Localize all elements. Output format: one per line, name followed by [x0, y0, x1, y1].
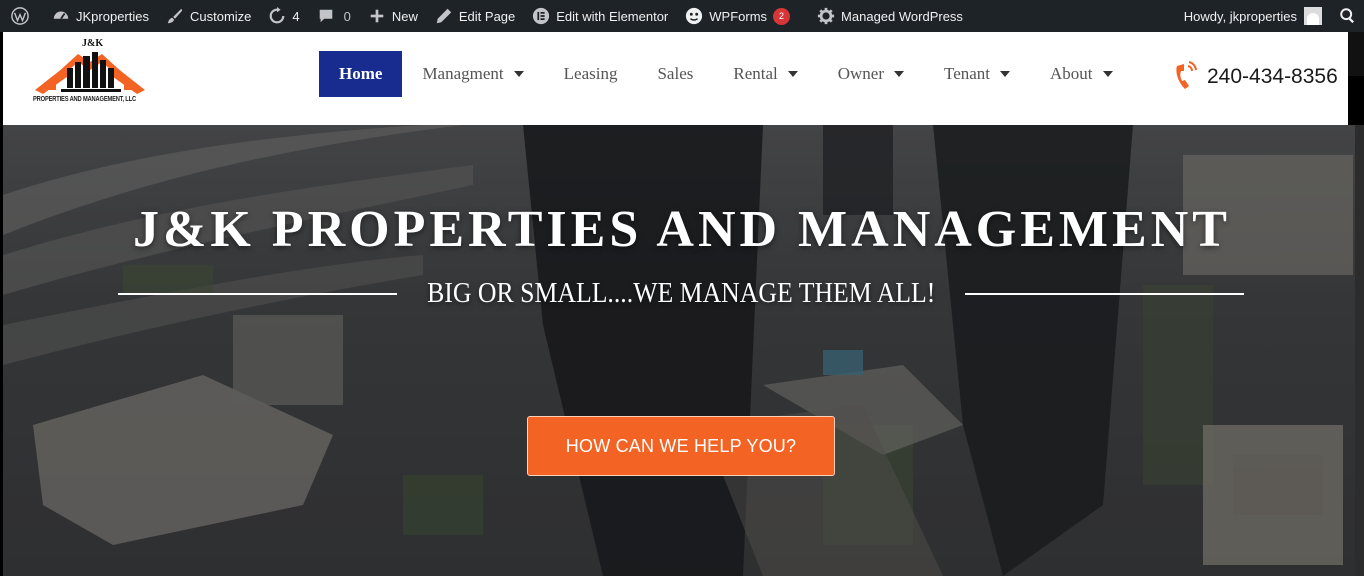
- pencil-icon: [434, 6, 454, 26]
- plus-icon: [367, 6, 387, 26]
- nav-about-label: About: [1050, 64, 1093, 83]
- phone-link[interactable]: 240-434-8356: [1171, 60, 1338, 94]
- elementor-icon: [531, 6, 551, 26]
- new-content-link[interactable]: New: [359, 0, 426, 32]
- new-label: New: [391, 8, 418, 24]
- edit-page-link[interactable]: Edit Page: [426, 0, 523, 32]
- nav-sales-label: Sales: [657, 64, 694, 83]
- header-edge: [1348, 32, 1364, 76]
- search-icon: [1338, 6, 1358, 26]
- wordpress-logo-button[interactable]: [0, 0, 43, 32]
- site-header: J&K PROPERTIES AND MANAGEMENT, LLC Home …: [3, 32, 1348, 125]
- customize-link[interactable]: Customize: [157, 0, 259, 32]
- howdy-label: Howdy, jkproperties: [1183, 8, 1297, 24]
- hero-subtitle: BIG OR SMALL....WE MANAGE THEM ALL!: [426, 278, 936, 309]
- updates-link[interactable]: 4: [259, 0, 307, 32]
- hero-subtitle-row: BIG OR SMALL....WE MANAGE THEM ALL!: [118, 277, 1245, 311]
- edit-elementor-link[interactable]: Edit with Elementor: [523, 0, 676, 32]
- site-logo[interactable]: J&K PROPERTIES AND MANAGEMENT, LLC: [33, 32, 193, 125]
- chevron-down-icon: [787, 71, 798, 77]
- hero-edge: [1355, 125, 1364, 576]
- managed-wordpress-label: Managed WordPress: [841, 8, 963, 24]
- nav-rental-label: Rental: [733, 64, 778, 83]
- cta-help-button[interactable]: HOW CAN WE HELP YOU?: [527, 416, 835, 476]
- wpforms-link[interactable]: WPForms 2: [676, 0, 798, 32]
- nav-owner[interactable]: Owner: [818, 51, 924, 97]
- divider-left: [118, 293, 397, 295]
- main-navigation: Home Managment Leasing Sales Rental Owne…: [319, 51, 1133, 97]
- comment-icon: [316, 6, 336, 26]
- chevron-down-icon: [1000, 71, 1011, 77]
- chevron-down-icon: [894, 71, 905, 77]
- hero-background-image: [3, 125, 1355, 576]
- nav-home[interactable]: Home: [319, 51, 403, 97]
- divider-right: [965, 293, 1245, 295]
- search-button[interactable]: [1330, 0, 1364, 32]
- nav-owner-label: Owner: [837, 64, 885, 83]
- refresh-icon: [267, 6, 287, 26]
- site-name-label: JKproperties: [76, 8, 149, 24]
- logo-tagline: PROPERTIES AND MANAGEMENT, LLC: [33, 96, 136, 103]
- hero-section: [3, 125, 1355, 576]
- nav-rental[interactable]: Rental: [713, 51, 817, 97]
- chevron-down-icon: [513, 71, 524, 77]
- logo-monogram: J&K: [82, 38, 104, 49]
- wpforms-badge: 2: [773, 7, 791, 25]
- avatar: [1304, 7, 1322, 25]
- wpforms-label: WPForms: [709, 8, 768, 24]
- nav-home-label: Home: [339, 64, 383, 83]
- nav-managment[interactable]: Managment: [402, 51, 543, 97]
- phone-number: 240-434-8356: [1207, 65, 1338, 88]
- site-name-link[interactable]: JKproperties: [43, 0, 157, 32]
- nav-managment-label: Managment: [422, 64, 504, 83]
- dashboard-icon: [51, 6, 71, 26]
- brush-icon: [165, 6, 185, 26]
- managed-wordpress-link[interactable]: Managed WordPress: [808, 0, 971, 32]
- edit-page-label: Edit Page: [458, 8, 516, 24]
- nav-tenant[interactable]: Tenant: [924, 51, 1030, 97]
- hero-title: J&K PROPERTIES AND MANAGEMENT: [133, 201, 1231, 258]
- nav-tenant-label: Tenant: [944, 64, 991, 83]
- customize-label: Customize: [189, 8, 252, 24]
- edit-elementor-label: Edit with Elementor: [556, 8, 669, 24]
- gear-icon: [816, 6, 836, 26]
- nav-leasing[interactable]: Leasing: [544, 51, 638, 97]
- nav-about[interactable]: About: [1030, 51, 1133, 97]
- wordpress-icon: [10, 6, 30, 26]
- account-menu[interactable]: Howdy, jkproperties: [1176, 0, 1330, 32]
- nav-sales[interactable]: Sales: [637, 51, 713, 97]
- comments-link[interactable]: 0: [308, 0, 359, 32]
- updates-count: 4: [292, 8, 300, 24]
- wpforms-icon: [684, 6, 704, 26]
- comments-count: 0: [343, 8, 351, 24]
- wp-admin-bar: JKproperties Customize 4 0 New Edit Page: [0, 0, 1364, 32]
- phone-icon: [1176, 61, 1197, 89]
- nav-leasing-label: Leasing: [563, 64, 618, 83]
- chevron-down-icon: [1102, 71, 1113, 77]
